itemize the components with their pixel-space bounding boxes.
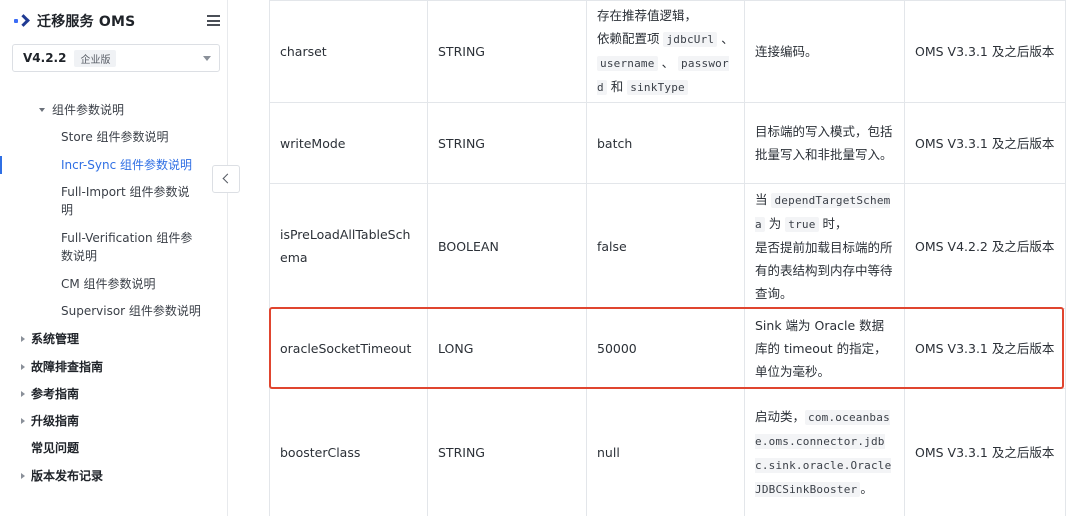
nav-item-troubleshooting[interactable]: 故障排查指南 (31, 358, 103, 376)
param-desc: 启动类， com.oceanbase.oms.connector.jdbc.sin… (744, 388, 905, 516)
caret-right-icon (21, 391, 25, 397)
brand-title: 迁移服务 OMS (37, 14, 136, 30)
nav-item-incr-sync[interactable]: Incr-Sync 组件参数说明 (61, 156, 192, 174)
param-default: 50000 (586, 308, 745, 389)
params-table: charset STRING 存在推荐值逻辑， 依赖配置项 jdbcUrl 、 … (269, 0, 1066, 516)
nav-item-upgrade[interactable]: 升级指南 (31, 412, 79, 430)
param-default: 存在推荐值逻辑， 依赖配置项 jdbcUrl 、 username 、 pass… (586, 0, 745, 103)
nav-item-full-verification[interactable]: Full-Verification 组件参数说明 (61, 229, 196, 265)
menu-icon[interactable] (207, 15, 220, 26)
param-type: STRING (427, 388, 587, 516)
caret-right-icon (21, 336, 25, 342)
collapse-sidebar-button[interactable] (212, 165, 240, 193)
param-desc: Sink 端为 Oracle 数据库的 timeout 的指定，单位为毫秒。 (744, 308, 905, 389)
nav-item-store[interactable]: Store 组件参数说明 (61, 128, 169, 146)
nav-item-reference[interactable]: 参考指南 (31, 385, 79, 403)
version-value: V4.2.2 (23, 51, 67, 65)
param-version: OMS V3.3.1 及之后版本 (904, 388, 1066, 516)
param-desc: 连接编码。 (744, 0, 905, 103)
param-type: STRING (427, 0, 587, 103)
param-default: false (586, 183, 745, 309)
chevron-left-icon (222, 173, 233, 184)
table-row: charset STRING 存在推荐值逻辑， 依赖配置项 jdbcUrl 、 … (269, 0, 1066, 103)
param-version: OMS V4.2.2 及之后版本 (904, 183, 1066, 309)
param-name: charset (269, 0, 428, 103)
caret-down-icon (39, 108, 45, 112)
edition-badge: 企业版 (74, 49, 117, 67)
param-type: LONG (427, 308, 587, 389)
table-row: boosterClass STRING null 启动类， com.oceanba… (269, 388, 1066, 516)
caret-right-icon (21, 473, 25, 479)
inline-code: username (597, 56, 658, 71)
param-default: null (586, 388, 745, 516)
param-version: OMS V3.3.1 及之后版本 (904, 102, 1066, 184)
param-name: isPreLoadAllTableSchema (269, 183, 428, 309)
param-desc: 当 dependTargetSchema 为 true 时， 是否提前加载目标端… (744, 183, 905, 309)
param-version: OMS V3.3.1 及之后版本 (904, 0, 1066, 103)
param-type: BOOLEAN (427, 183, 587, 309)
param-name: oracleSocketTimeout (269, 308, 428, 389)
caret-right-icon (21, 364, 25, 370)
table-row-highlighted: oracleSocketTimeout LONG 50000 Sink 端为 O… (269, 308, 1066, 389)
version-select[interactable]: V4.2.2 企业版 (12, 44, 220, 72)
param-name: writeMode (269, 102, 428, 184)
caret-right-icon (21, 418, 25, 424)
brand[interactable]: 迁移服务 OMS (14, 9, 135, 33)
active-indicator (0, 156, 2, 174)
oms-logo-icon (14, 14, 32, 28)
table-row: isPreLoadAllTableSchema BOOLEAN false 当 … (269, 183, 1066, 309)
param-name: boosterClass (269, 388, 428, 516)
nav-item-component-params[interactable]: 组件参数说明 (52, 101, 124, 119)
inline-code: sinkType (627, 80, 688, 95)
table-row: writeMode STRING batch 目标端的写入模式，包括批量写入和非… (269, 102, 1066, 184)
nav-item-faq[interactable]: 常见问题 (31, 439, 79, 457)
nav-item-full-import[interactable]: Full-Import 组件参数说明 (61, 183, 196, 219)
inline-code: jdbcUrl (663, 32, 718, 47)
param-type: STRING (427, 102, 587, 184)
sidebar: 迁移服务 OMS V4.2.2 企业版 组件参数说明 Store 组件参数说明 … (0, 0, 228, 516)
nav-item-cm[interactable]: CM 组件参数说明 (61, 275, 156, 293)
nav-item-system-management[interactable]: 系统管理 (31, 330, 79, 348)
caret-down-icon (203, 56, 211, 61)
param-default: batch (586, 102, 745, 184)
nav-item-supervisor[interactable]: Supervisor 组件参数说明 (61, 302, 201, 320)
param-version: OMS V3.3.1 及之后版本 (904, 308, 1066, 389)
inline-code: true (785, 216, 819, 232)
nav-item-release-notes[interactable]: 版本发布记录 (31, 467, 103, 485)
param-desc: 目标端的写入模式，包括批量写入和非批量写入。 (744, 102, 905, 184)
